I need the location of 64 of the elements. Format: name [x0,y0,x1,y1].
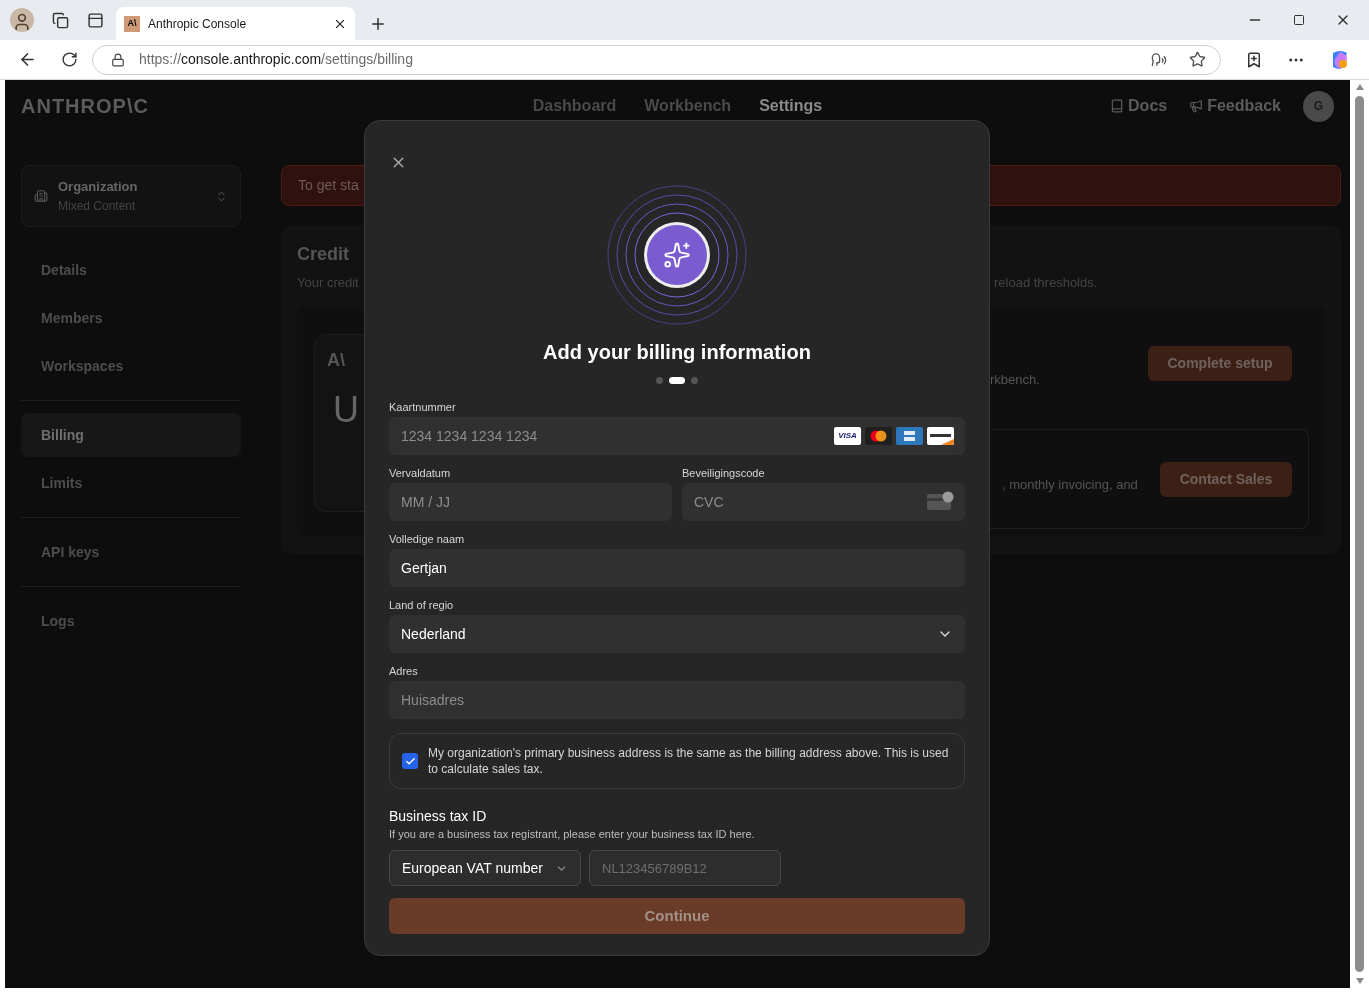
country-select[interactable]: Nederland [389,615,965,653]
sidebar-item[interactable]: Workspaces [21,344,241,388]
lock-icon [111,52,125,67]
tab-title: Anthropic Console [148,15,248,33]
book-icon [1110,99,1125,113]
field-label: Land of regio [389,598,455,612]
chevrons-icon [215,189,228,203]
amex-logo-icon [896,427,923,445]
tab-actions-icon[interactable] [87,11,104,29]
input-field[interactable]: Gertjan [389,549,965,587]
field-label: Volledige naam [389,532,466,546]
nav-tab[interactable]: Dashboard [532,94,617,118]
sparkle-badge-icon [607,185,747,325]
card-logo: A\ [327,349,345,372]
field-label: Kaartnummer [389,400,457,414]
browser-tab[interactable]: A\ Anthropic Console [116,7,355,40]
sidebar-item[interactable]: Logs [21,599,241,643]
workspaces-icon[interactable] [52,11,69,29]
input-field[interactable]: CVC [682,483,965,521]
building-icon [34,189,48,203]
card-brand-logo: VISA [834,427,861,445]
maximize-icon[interactable] [1293,14,1305,26]
check-icon [404,755,416,767]
nav-tab[interactable]: Settings [759,94,823,118]
continue-button[interactable]: Continue [389,898,965,934]
section-title: Credit [297,243,350,265]
profile-avatar[interactable] [10,8,34,32]
field-label: Adres [389,664,419,678]
input-field[interactable]: MM / JJ [389,483,672,521]
field-label: Beveiligingscode [682,466,766,480]
sidebar-item[interactable]: Limits [21,461,241,505]
nav-tab[interactable]: Workbench [644,94,732,118]
refresh-icon[interactable] [61,51,78,68]
sales-text: , monthly invoicing, and [1002,475,1138,494]
tab-favicon: A\ [124,15,140,32]
tax-id-help: If you are a business tax registrant, please enter your business tax ID here. [389,827,756,842]
megaphone-icon [1189,99,1204,113]
favorite-star-icon[interactable] [1189,51,1206,68]
complete-setup-button[interactable]: Complete setup [1148,346,1292,381]
tax-type-select[interactable]: European VAT number [389,850,581,886]
sidebar-item[interactable]: Details [21,248,241,292]
setup-text: rkbench. [990,371,1040,389]
tax-id-field[interactable]: NL123456789B12 [589,850,781,886]
docs-link[interactable]: Docs [1110,94,1168,118]
read-aloud-icon[interactable] [1151,51,1167,68]
contact-sales-button[interactable]: Contact Sales [1160,461,1292,497]
mastercard-icon [865,427,892,445]
back-icon[interactable] [18,50,37,69]
sidebar-item[interactable]: Billing [21,413,241,457]
sidebar-item[interactable]: Members [21,296,241,340]
input-field[interactable]: Huisadres [389,681,965,719]
field-label: Vervaldatum [389,466,452,480]
discover-logo-icon [927,427,954,445]
url-text: https://console.anthropic.com/settings/billing [139,50,414,69]
checkbox-label: My organization's primary business address is the same as the billing address above. This is used to calculate sales tax. [428,745,950,777]
checkbox[interactable] [402,753,418,769]
tax-id-title: Business tax ID [389,807,488,826]
sidebar-item[interactable]: API keys [21,530,241,574]
logo[interactable]: ANTHROP\C [21,91,459,121]
cvc-card-icon [927,491,954,511]
dialog-title: Add your billing information [543,340,811,365]
card-letter: U [333,392,359,428]
feedback-link[interactable]: Feedback [1189,94,1281,118]
favorites-icon[interactable] [1245,50,1263,69]
